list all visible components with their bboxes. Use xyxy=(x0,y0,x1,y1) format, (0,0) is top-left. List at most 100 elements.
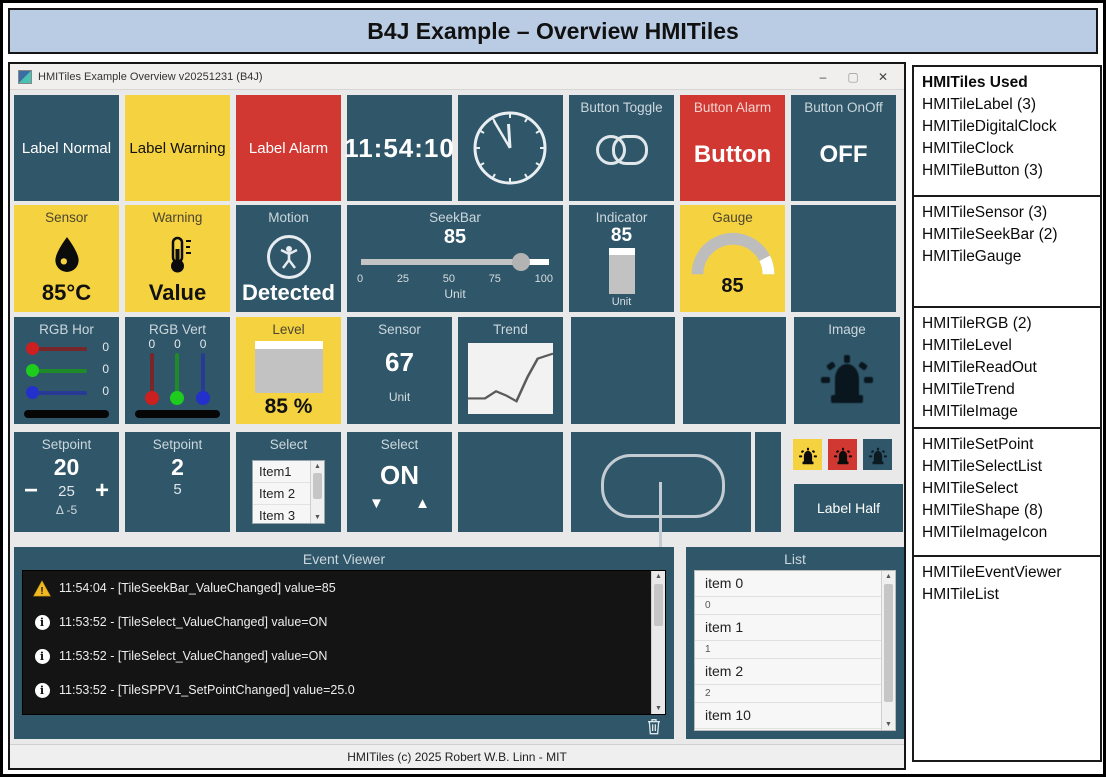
rgb-hor-slider-b[interactable]: 0 xyxy=(26,383,109,403)
scroll-up-icon[interactable]: ▲ xyxy=(652,571,665,582)
minimize-button[interactable]: – xyxy=(808,67,838,87)
motion-value: Detected xyxy=(242,280,335,305)
thermometer-icon xyxy=(125,235,230,275)
list-item-sub[interactable]: 1 xyxy=(695,641,882,659)
rgb-vert-slider-r[interactable] xyxy=(144,353,159,405)
slider-thumb[interactable] xyxy=(26,364,39,377)
toggle-icon xyxy=(595,135,648,165)
tile-rgb-hor[interactable]: RGB Hor 0 0 0 xyxy=(14,317,119,424)
list-item[interactable]: item 1 xyxy=(695,615,882,641)
setpoint2-title: Setpoint xyxy=(152,437,203,452)
rgb-vert-slider-b[interactable] xyxy=(196,353,211,405)
close-button[interactable]: ✕ xyxy=(868,67,898,87)
seekbar-tick-label: 25 xyxy=(396,273,410,285)
list-item[interactable]: item 2 xyxy=(695,659,882,685)
slider-thumb[interactable] xyxy=(144,391,159,405)
select-option[interactable]: Item 2 xyxy=(253,483,312,505)
motion-person-icon xyxy=(236,235,341,279)
select-up-button[interactable]: ▲ xyxy=(415,495,430,512)
slider-thumb[interactable] xyxy=(26,386,39,399)
tile-select[interactable]: Select ON ▼ ▲ xyxy=(347,432,452,532)
rgb-hor-slider-g[interactable]: 0 xyxy=(26,361,109,381)
list-item[interactable]: item 0 xyxy=(695,571,882,597)
listview[interactable]: item 0 0 item 1 1 item 2 2 item 10 ▲ ▼ xyxy=(694,570,896,731)
tile-button-alarm[interactable]: Button Alarm Button xyxy=(680,95,785,201)
list-item-sub[interactable]: 0 xyxy=(695,597,882,615)
select-down-button[interactable]: ▼ xyxy=(369,495,384,512)
seekbar-slider[interactable] xyxy=(361,253,549,271)
trend-title: Trend xyxy=(493,322,528,337)
tile-list: List item 0 0 item 1 1 item 2 2 item 10 ▲ ▼ xyxy=(686,547,904,739)
sidebar-item: HMITileLabel (3) xyxy=(922,96,1036,113)
tile-image: Image xyxy=(794,317,900,424)
tile-setpoint-1[interactable]: Setpoint 20 − 25 + Δ -5 xyxy=(14,432,119,532)
event-log-text: 11:53:52 - [TileSelect_ValueChanged] val… xyxy=(59,615,328,629)
select-option[interactable]: Item 3 xyxy=(253,505,312,523)
sensor-title: Sensor xyxy=(45,210,88,225)
tile-empty-3 xyxy=(683,317,786,424)
tile-button-toggle[interactable]: Button Toggle xyxy=(569,95,674,201)
sidebar-item: HMITileClock xyxy=(922,140,1014,157)
setpoint1-delta: Δ -5 xyxy=(55,503,78,517)
scroll-down-icon[interactable]: ▼ xyxy=(882,719,895,730)
sidebar-item: HMITileTrend xyxy=(922,381,1015,398)
drop-icon xyxy=(14,235,119,273)
digital-clock-value: 11:54:10 xyxy=(344,132,455,163)
tile-setpoint-2[interactable]: Setpoint 2 5 xyxy=(125,432,230,532)
rgb-value: 0 xyxy=(102,362,109,376)
scroll-up-icon[interactable]: ▲ xyxy=(311,461,324,472)
scroll-down-icon[interactable]: ▼ xyxy=(311,512,324,523)
slider-thumb[interactable] xyxy=(170,391,185,405)
maximize-button[interactable]: ▢ xyxy=(838,67,868,87)
window-titlebar: HMITiles Example Overview v20251231 (B4J… xyxy=(10,64,904,90)
scroll-down-icon[interactable]: ▼ xyxy=(652,703,665,714)
list-scrollbar[interactable]: ▲ ▼ xyxy=(881,571,895,730)
tile-select-list[interactable]: Select Item1 Item 2 Item 3 ▲ ▼ xyxy=(236,432,341,532)
app-window: HMITiles Example Overview v20251231 (B4J… xyxy=(8,62,906,770)
tile-button-onoff[interactable]: Button OnOff OFF xyxy=(791,95,896,201)
sidebar-item: HMITileButton (3) xyxy=(922,162,1043,179)
tile-rgb-vert[interactable]: RGB Vert 0 0 0 xyxy=(125,317,230,424)
event-log-text: 11:54:04 - [TileSeekBar_ValueChanged] va… xyxy=(59,581,336,595)
rgb-hor-slider-r[interactable]: 0 xyxy=(26,339,109,359)
tile-imageicon-warning xyxy=(793,439,822,470)
list-item[interactable]: item 10 xyxy=(695,703,882,729)
tile-imageicon-alarm xyxy=(828,439,857,470)
info-icon: i xyxy=(33,647,51,665)
rgb-value: 0 xyxy=(148,337,156,351)
event-log-scrollbar[interactable]: ▲ ▼ xyxy=(651,571,665,714)
scroll-up-icon[interactable]: ▲ xyxy=(882,571,895,582)
seekbar-value: 85 xyxy=(443,226,467,248)
tile-empty-1 xyxy=(791,205,896,312)
gauge-value: 85 xyxy=(721,275,744,297)
list-item-sub[interactable]: 2 xyxy=(695,685,882,703)
seekbar-tick-label: 100 xyxy=(534,273,553,285)
indicator-value: 85 xyxy=(610,225,633,246)
sidebar-section-5: HMITileEventViewer HMITileList xyxy=(912,555,1102,762)
event-log[interactable]: ! 11:54:04 - [TileSeekBar_ValueChanged] v… xyxy=(22,570,666,715)
tile-seekbar[interactable]: SeekBar 85 0 25 50 75 100 Unit xyxy=(347,205,563,312)
tile-shape-strip xyxy=(755,432,781,532)
sidebar-tiles-used: HMITiles Used HMITileLabel (3) HMITileDigi… xyxy=(912,65,1102,770)
select-listbox[interactable]: Item1 Item 2 Item 3 ▲ ▼ xyxy=(252,460,325,524)
select-option[interactable]: Item1 xyxy=(253,461,312,483)
sidebar-item: HMITileReadOut xyxy=(922,359,1037,376)
seekbar-thumb[interactable] xyxy=(511,253,530,271)
select-list-scrollbar[interactable]: ▲ ▼ xyxy=(310,461,324,523)
tile-readout: Sensor 67 Unit xyxy=(347,317,452,424)
sidebar-item: HMITileDigitalClock xyxy=(922,118,1057,135)
trash-icon[interactable] xyxy=(646,718,662,736)
tile-trend: Trend xyxy=(458,317,563,424)
level-value: 85 % xyxy=(264,395,313,418)
setpoint1-minus-button[interactable]: − xyxy=(24,479,38,503)
sidebar-item: HMITileSensor (3) xyxy=(922,204,1048,221)
rgb-vert-slider-g[interactable] xyxy=(170,353,185,405)
info-icon: i xyxy=(33,681,51,699)
gauge-arc xyxy=(691,232,774,275)
setpoint1-plus-button[interactable]: + xyxy=(95,479,109,503)
sidebar-section-2: HMITileSensor (3) HMITileSeekBar (2) HMITi… xyxy=(912,195,1102,308)
slider-thumb[interactable] xyxy=(26,342,39,355)
slider-thumb[interactable] xyxy=(196,391,211,405)
sidebar-item: HMITileSeekBar (2) xyxy=(922,226,1058,243)
warning-value: Value xyxy=(148,280,207,305)
